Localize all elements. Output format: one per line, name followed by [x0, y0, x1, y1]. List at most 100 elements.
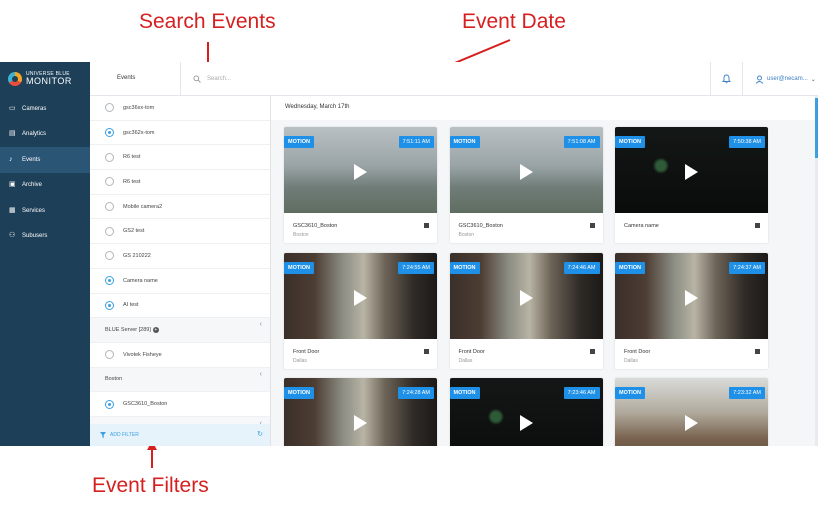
user-menu[interactable]: user@necam... ⌄	[755, 62, 816, 96]
play-icon[interactable]	[685, 289, 698, 306]
chevron-icon[interactable]: ‹	[260, 321, 262, 328]
chevron-icon[interactable]: ‹	[260, 371, 262, 378]
sidebar-item-label: Services	[22, 207, 46, 214]
play-icon[interactable]	[354, 164, 367, 180]
annotation-event-date: Event Date	[462, 10, 566, 33]
camera-filter-item[interactable]: GS2 test	[90, 219, 270, 245]
event-thumbnail[interactable]: MOTION 7:50:38 AM	[615, 127, 768, 213]
camera-filter-item[interactable]: gsc362x-tom	[90, 121, 270, 146]
sidebar-item-analytics[interactable]: ▤ Analytics	[0, 122, 90, 148]
event-type-badge: MOTION	[449, 136, 480, 148]
event-card[interactable]: MOTION 7:51:11 AM GSC3610_Boston Boston	[284, 127, 437, 243]
brand-logo[interactable]: UNIVERSE BLUE MONITOR	[0, 62, 90, 96]
event-time-badge: 7:24:37 AM	[729, 261, 765, 274]
camera-filter-label: GSC3610_Boston	[123, 401, 168, 408]
radio-button[interactable]	[105, 226, 114, 236]
sidebar-item-archive[interactable]: ▣ Archive	[0, 173, 90, 199]
camera-filter-item[interactable]: Vivotek Fisheye	[90, 343, 270, 368]
sidebar-item-label: Archive	[22, 182, 43, 189]
sidebar-item-events[interactable]: ♪ Events	[0, 147, 90, 173]
event-type-badge: MOTION	[615, 136, 645, 148]
event-thumbnail[interactable]: MOTION 7:23:46 AM	[449, 378, 603, 446]
play-icon[interactable]	[519, 164, 533, 180]
camera-filter-label: GS 210222	[123, 252, 151, 259]
play-icon[interactable]	[354, 289, 367, 306]
info-icon[interactable]: +	[152, 327, 159, 334]
camera-filter-item[interactable]: AI test	[90, 294, 270, 319]
camera-filter-label: R6 test	[123, 154, 141, 161]
download-icon[interactable]	[755, 223, 760, 228]
download-icon[interactable]	[424, 223, 429, 228]
filter-group[interactable]: Boston ‹	[90, 367, 270, 393]
play-icon[interactable]	[685, 415, 698, 431]
event-card[interactable]: MOTION 7:23:46 AM	[449, 378, 603, 446]
event-time-badge: 7:24:28 AM	[398, 387, 434, 399]
event-thumbnail[interactable]: MOTION 7:24:55 AM	[284, 252, 437, 339]
camera-filter-label: Vivotek Fisheye	[123, 351, 162, 358]
logo-icon	[8, 72, 22, 86]
camera-filter-label: gsc362x-tom	[123, 129, 155, 136]
download-icon[interactable]	[589, 348, 595, 354]
camera-filter-item[interactable]: Camera name	[90, 269, 270, 294]
notifications-button[interactable]	[710, 62, 743, 96]
event-location: Dallas	[624, 357, 638, 364]
download-icon[interactable]	[589, 223, 595, 228]
event-card[interactable]: MOTION 7:51:08 AM GSC3610_Boston Boston	[449, 127, 603, 243]
search-input[interactable]: Search...	[207, 76, 231, 82]
event-type-badge: MOTION	[449, 261, 480, 274]
event-thumbnail[interactable]: MOTION 7:51:11 AM	[284, 127, 437, 213]
event-thumbnail[interactable]: MOTION 7:24:28 AM	[284, 378, 437, 446]
download-icon[interactable]	[424, 348, 429, 354]
event-camera-name: Camera name	[624, 223, 659, 229]
add-filter-button[interactable]: ADD FILTER ↻	[90, 424, 270, 446]
event-time-badge: 7:50:38 AM	[729, 136, 765, 148]
play-icon[interactable]	[354, 415, 367, 431]
radio-button[interactable]	[105, 276, 114, 286]
bell-icon: ♪	[9, 155, 13, 163]
radio-button[interactable]	[105, 251, 114, 261]
bell-icon	[722, 74, 731, 84]
camera-filter-item[interactable]: Mobile camera2	[90, 195, 270, 220]
download-icon[interactable]	[755, 348, 760, 354]
camera-filter-item[interactable]: gsc36xx-tom	[90, 96, 270, 121]
sidebar-item-label: Analytics	[22, 131, 47, 138]
camera-filter-item[interactable]: R6 test	[90, 170, 270, 195]
radio-button[interactable]	[105, 128, 114, 138]
event-type-badge: MOTION	[615, 387, 645, 399]
camera-filter-list: gsc36xx-tom gsc362x-tom R6 test R6 test Mobi…	[90, 96, 270, 442]
event-location: Dallas	[293, 357, 307, 364]
sidebar-item-services[interactable]: ▦ Services	[0, 198, 90, 224]
camera-filter-item[interactable]: GSC3610_Boston	[90, 392, 270, 417]
filter-group[interactable]: BLUE Server [289] + ‹	[90, 318, 270, 343]
event-card[interactable]: MOTION 7:50:38 AM Camera name	[615, 127, 768, 243]
refresh-icon[interactable]: ↻	[257, 430, 263, 438]
play-icon[interactable]	[685, 164, 698, 180]
camera-filter-item[interactable]: GS 210222	[90, 244, 270, 269]
play-icon[interactable]	[519, 289, 533, 306]
radio-button[interactable]	[105, 152, 114, 162]
camera-filter-item[interactable]: R6 test	[90, 145, 270, 171]
radio-button[interactable]	[105, 350, 114, 360]
event-card[interactable]: MOTION 7:24:28 AM	[284, 378, 437, 446]
play-icon[interactable]	[519, 415, 533, 431]
event-thumbnail[interactable]: MOTION 7:51:08 AM	[449, 127, 603, 213]
sidebar-item-subusers[interactable]: ⚇ Subusers	[0, 224, 90, 250]
event-thumbnail[interactable]: MOTION 7:24:46 AM	[449, 252, 603, 339]
chevron-down-icon: ⌄	[810, 76, 816, 83]
event-card[interactable]: MOTION 7:24:55 AM Front Door Dallas	[284, 252, 437, 369]
event-card[interactable]: MOTION 7:23:32 AM	[615, 378, 768, 446]
section-title: Events	[90, 62, 181, 96]
radio-button[interactable]	[105, 103, 114, 113]
radio-button[interactable]	[105, 300, 114, 310]
search-box[interactable]: Search...	[181, 62, 231, 96]
event-card[interactable]: MOTION 7:24:46 AM Front Door Dallas	[449, 252, 603, 369]
radio-button[interactable]	[105, 177, 114, 187]
event-card[interactable]: MOTION 7:24:37 AM Front Door Dallas	[615, 252, 768, 369]
event-thumbnail[interactable]: MOTION 7:23:32 AM	[615, 378, 768, 446]
radio-button[interactable]	[105, 399, 114, 409]
event-camera-name: Front Door	[624, 348, 651, 355]
event-thumbnail[interactable]: MOTION 7:24:37 AM	[615, 252, 768, 339]
sidebar-item-cameras[interactable]: ▭ Cameras	[0, 96, 90, 122]
camera-filter-label: gsc36xx-tom	[123, 104, 155, 111]
radio-button[interactable]	[105, 202, 114, 212]
